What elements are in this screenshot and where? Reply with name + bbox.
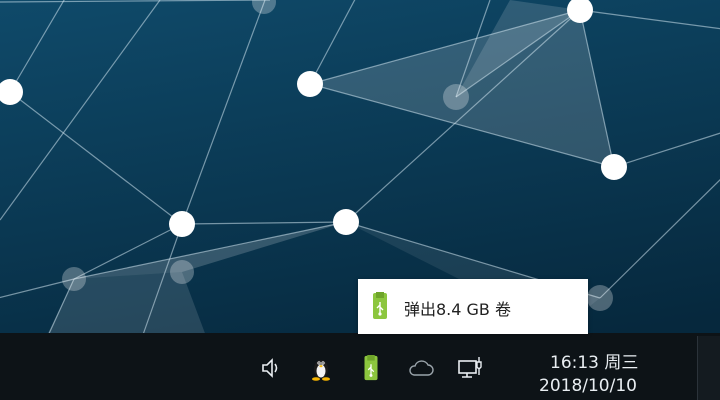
usb-drive-icon xyxy=(373,292,387,319)
volume-icon[interactable] xyxy=(257,354,287,382)
cloud-icon[interactable] xyxy=(405,354,437,382)
clock-time: 16:13 周三 xyxy=(550,353,639,373)
eject-volume-popup[interactable]: 弹出8.4 GB 卷 xyxy=(358,279,588,334)
linux-penguin-icon[interactable] xyxy=(306,354,336,382)
usb-drive-icon[interactable] xyxy=(356,354,386,382)
clock-date: 2018/10/10 xyxy=(539,376,637,396)
taskbar-clock[interactable]: 16:13 周三 2018/10/10 xyxy=(530,345,680,400)
show-desktop-button[interactable] xyxy=(697,336,720,400)
eject-volume-label: 弹出8.4 GB 卷 xyxy=(404,300,511,319)
network-icon[interactable] xyxy=(454,354,488,382)
